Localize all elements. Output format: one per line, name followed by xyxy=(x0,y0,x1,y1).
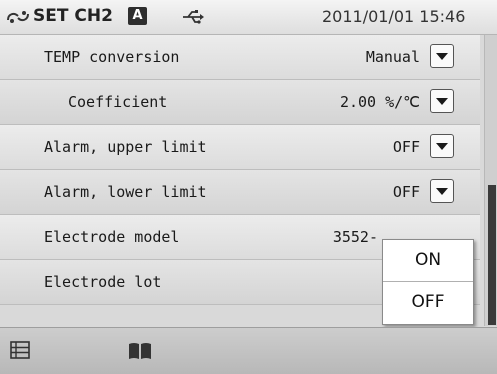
row-temp-conversion[interactable]: TEMP conversion Manual xyxy=(0,35,480,80)
row-value: 2.00 %/℃ xyxy=(339,93,420,111)
row-label: Electrode model xyxy=(44,228,180,246)
page-title: SET CH2 xyxy=(33,6,113,26)
mode-badge: A xyxy=(128,7,147,25)
datetime: 2011/01/01 15:46 xyxy=(322,7,466,26)
row-label: Alarm, lower limit xyxy=(44,183,207,201)
row-label: Coefficient xyxy=(68,93,168,111)
dropdown-arrow-icon[interactable] xyxy=(430,134,454,158)
row-value: Manual xyxy=(365,48,420,66)
row-coefficient[interactable]: Coefficient 2.00 %/℃ xyxy=(0,80,480,125)
row-label: TEMP conversion xyxy=(44,48,180,66)
row-value: OFF xyxy=(392,183,420,201)
status-bar: SET CH2 A 2011/01/01 15:46 xyxy=(0,0,497,35)
scrollbar[interactable] xyxy=(484,35,497,326)
dropdown-arrow-icon[interactable] xyxy=(430,179,454,203)
bottom-toolbar xyxy=(0,327,497,374)
option-on[interactable]: ON xyxy=(383,240,473,281)
option-popup: ON OFF xyxy=(382,239,474,325)
usb-icon xyxy=(183,10,204,24)
link-icon xyxy=(7,11,29,23)
dropdown-arrow-icon[interactable] xyxy=(430,44,454,68)
row-value: 3552- xyxy=(332,228,378,246)
book-icon[interactable] xyxy=(128,342,152,360)
row-value: OFF xyxy=(392,138,420,156)
row-alarm-upper-limit[interactable]: Alarm, upper limit OFF xyxy=(0,125,480,170)
list-icon[interactable] xyxy=(10,341,30,359)
row-alarm-lower-limit[interactable]: Alarm, lower limit OFF xyxy=(0,170,480,215)
row-label: Electrode lot xyxy=(44,273,162,291)
scrollbar-thumb[interactable] xyxy=(488,185,496,325)
dropdown-arrow-icon[interactable] xyxy=(430,89,454,113)
row-label: Alarm, upper limit xyxy=(44,138,207,156)
option-off[interactable]: OFF xyxy=(383,281,473,323)
